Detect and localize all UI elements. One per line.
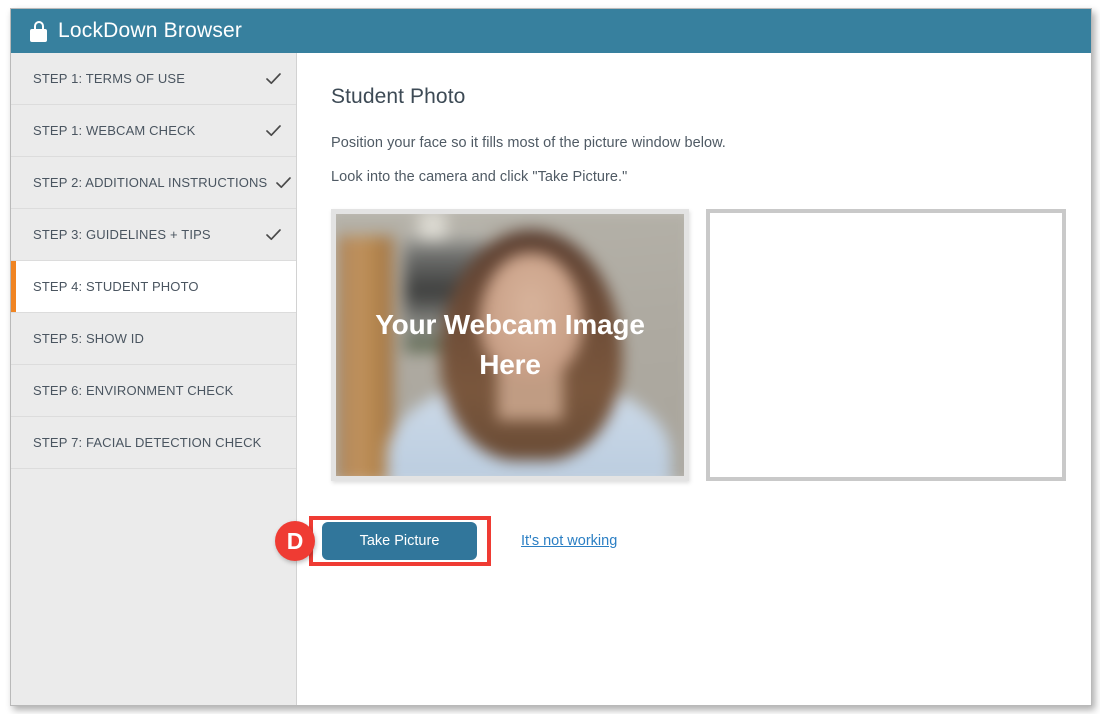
check-icon bbox=[265, 70, 282, 87]
sidebar-item-show-id[interactable]: STEP 5: SHOW ID bbox=[11, 313, 296, 365]
sidebar-item-label: STEP 5: SHOW ID bbox=[33, 331, 282, 346]
its-not-working-link[interactable]: It's not working bbox=[521, 533, 617, 549]
action-row: D Take Picture It's not working bbox=[331, 511, 1091, 571]
sidebar-item-additional-instructions[interactable]: STEP 2: ADDITIONAL INSTRUCTIONS bbox=[11, 157, 296, 209]
sidebar-empty-area bbox=[11, 469, 296, 706]
sidebar-item-label: STEP 6: ENVIRONMENT CHECK bbox=[33, 383, 282, 398]
app-title: LockDown Browser bbox=[58, 19, 242, 43]
main-content: Student Photo Position your face so it f… bbox=[297, 53, 1091, 706]
sidebar-item-facial-detection-check[interactable]: STEP 7: FACIAL DETECTION CHECK bbox=[11, 417, 296, 469]
sidebar-item-guidelines-tips[interactable]: STEP 3: GUIDELINES + TIPS bbox=[11, 209, 296, 261]
sidebar-item-student-photo[interactable]: STEP 4: STUDENT PHOTO bbox=[11, 261, 296, 313]
webcam-overlay-text: Your Webcam Image Here bbox=[336, 214, 684, 476]
webcam-overlay-label: Your Webcam Image Here bbox=[354, 305, 666, 385]
captured-photo-placeholder bbox=[706, 209, 1066, 481]
sidebar-item-label: STEP 3: GUIDELINES + TIPS bbox=[33, 227, 257, 242]
webcam-preview: Your Webcam Image Here bbox=[331, 209, 689, 481]
check-icon bbox=[265, 226, 282, 243]
title-bar: LockDown Browser bbox=[11, 9, 1091, 53]
take-picture-button[interactable]: Take Picture bbox=[322, 522, 477, 560]
lock-icon bbox=[30, 21, 47, 42]
check-icon bbox=[275, 174, 292, 191]
page-title: Student Photo bbox=[331, 85, 1091, 109]
instruction-line-1: Position your face so it fills most of t… bbox=[331, 135, 1091, 151]
check-icon bbox=[265, 122, 282, 139]
sidebar-item-terms-of-use[interactable]: STEP 1: TERMS OF USE bbox=[11, 53, 296, 105]
sidebar-item-label: STEP 2: ADDITIONAL INSTRUCTIONS bbox=[33, 175, 267, 190]
annotation-badge-d: D bbox=[275, 521, 315, 561]
sidebar-item-label: STEP 1: TERMS OF USE bbox=[33, 71, 257, 86]
app-body: STEP 1: TERMS OF USE STEP 1: WEBCAM CHEC… bbox=[11, 53, 1091, 706]
sidebar-item-label: STEP 4: STUDENT PHOTO bbox=[33, 279, 282, 294]
sidebar-item-webcam-check[interactable]: STEP 1: WEBCAM CHECK bbox=[11, 105, 296, 157]
sidebar-item-label: STEP 7: FACIAL DETECTION CHECK bbox=[33, 435, 282, 450]
lockdown-browser-window: LockDown Browser STEP 1: TERMS OF USE ST… bbox=[10, 8, 1092, 706]
sidebar-steps-nav: STEP 1: TERMS OF USE STEP 1: WEBCAM CHEC… bbox=[11, 53, 297, 706]
instruction-line-2: Look into the camera and click "Take Pic… bbox=[331, 169, 1091, 185]
photo-row: Your Webcam Image Here bbox=[331, 209, 1091, 481]
sidebar-item-environment-check[interactable]: STEP 6: ENVIRONMENT CHECK bbox=[11, 365, 296, 417]
sidebar-item-label: STEP 1: WEBCAM CHECK bbox=[33, 123, 257, 138]
